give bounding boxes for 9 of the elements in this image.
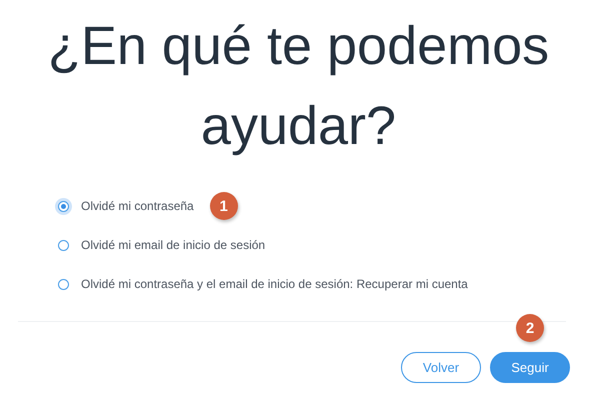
step-badge: 2: [516, 314, 544, 342]
step-badge: 1: [210, 192, 238, 220]
radio-button[interactable]: [58, 200, 69, 212]
radio-button[interactable]: [58, 240, 69, 250]
radio-button[interactable]: [58, 278, 69, 290]
option-label[interactable]: Olvidé mi email de inicio de sesión: [81, 238, 266, 252]
option-label[interactable]: Olvidé mi contraseña: [81, 199, 194, 213]
page-heading: ¿En qué te podemos ayudar?: [46, 15, 550, 158]
option-label[interactable]: Olvidé mi contraseña y el email de inicio de sesión: Recuperar mi cuenta: [81, 277, 468, 291]
